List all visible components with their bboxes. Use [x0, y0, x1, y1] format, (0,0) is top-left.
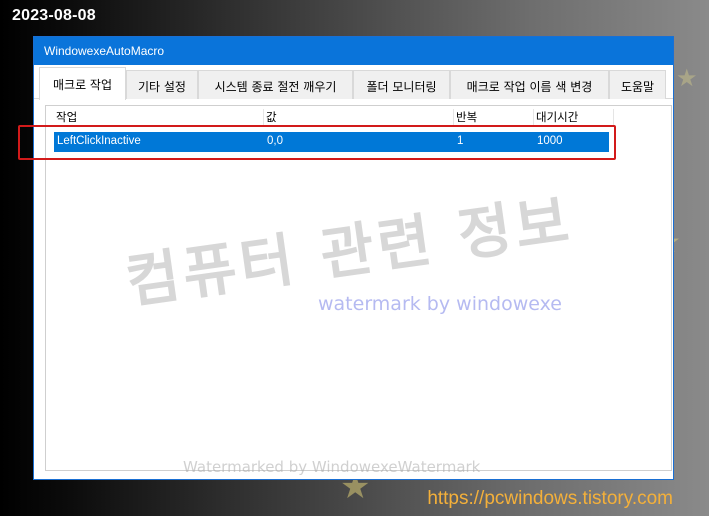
tab-strip: 매크로 작업 기타 설정 시스템 종료 절전 깨우기 폴더 모니터링 매크로 작…: [34, 65, 673, 100]
star-decoration-icon: ★: [676, 64, 698, 92]
tab-shutdown-sleep-wake[interactable]: 시스템 종료 절전 깨우기: [198, 70, 353, 99]
tab-other-settings[interactable]: 기타 설정: [126, 70, 198, 99]
date-stamp: 2023-08-08: [12, 7, 96, 24]
column-header-value[interactable]: 값: [264, 109, 454, 126]
watermark-bottom: Watermarked by WindowexeWatermark: [183, 458, 481, 476]
tab-macro-tasks[interactable]: 매크로 작업: [39, 67, 126, 100]
window-title: WindowexeAutoMacro: [34, 37, 673, 65]
watermark-english: watermark by windowexe: [318, 293, 562, 315]
tab-rename-task-color[interactable]: 매크로 작업 이름 색 변경: [450, 70, 609, 99]
tab-folder-monitoring[interactable]: 폴더 모니터링: [353, 70, 450, 99]
red-highlight-box: [18, 125, 616, 160]
column-header-wait-time[interactable]: 대기시간: [534, 109, 614, 126]
column-header-repeat[interactable]: 반복: [454, 109, 534, 126]
tab-help[interactable]: 도움말: [609, 70, 666, 99]
column-header-task[interactable]: 작업: [54, 109, 264, 126]
site-url: https://pcwindows.tistory.com: [427, 488, 673, 509]
list-header: 작업 값 반복 대기시간: [46, 106, 671, 126]
